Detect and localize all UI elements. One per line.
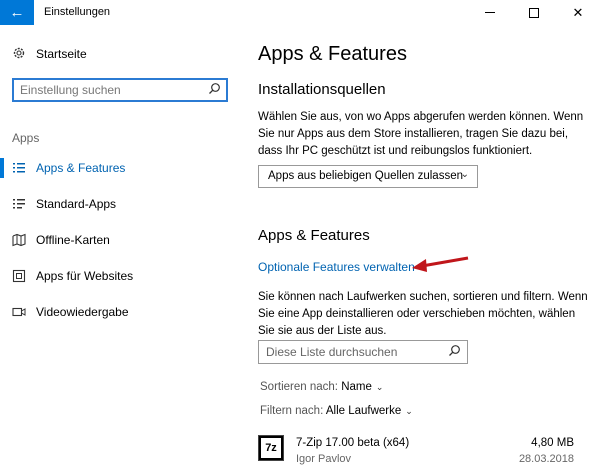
- sort-label: Sortieren nach:: [260, 381, 338, 393]
- video-icon: [12, 305, 26, 319]
- sidebar-section-label: Apps: [12, 131, 40, 145]
- back-button[interactable]: ←: [0, 0, 34, 25]
- app-list-search-box[interactable]: [258, 340, 468, 364]
- minimize-icon: [485, 12, 495, 13]
- sidebar: Startseite Apps Apps & Features Standard…: [0, 25, 240, 474]
- sidebar-item-video-playback[interactable]: Videowiedergabe: [0, 298, 240, 326]
- main-content: Apps & Features Installationsquellen Wäh…: [240, 25, 600, 474]
- chevron-down-icon: ⌄: [460, 169, 469, 180]
- annotation-arrow-icon: [412, 256, 469, 272]
- window-title: Einstellungen: [44, 6, 111, 18]
- search-icon[interactable]: [208, 82, 221, 98]
- search-icon[interactable]: [448, 344, 461, 360]
- sidebar-item-offline-maps[interactable]: Offline-Karten: [0, 226, 240, 254]
- filter-label: Filtern nach:: [260, 405, 324, 417]
- active-indicator: [0, 158, 4, 178]
- sidebar-item-label: Videowiedergabe: [36, 305, 129, 319]
- install-sources-dropdown[interactable]: Apps aus beliebigen Quellen zulassen ⌄: [258, 165, 478, 188]
- maximize-button[interactable]: [512, 0, 556, 25]
- chevron-down-icon: ⌄: [405, 406, 413, 416]
- settings-search-box[interactable]: [12, 78, 228, 102]
- dropdown-value: Apps aus beliebigen Quellen zulassen: [268, 170, 463, 182]
- filter-value: Alle Laufwerke: [325, 405, 402, 417]
- app-name: 7-Zip 17.00 beta (x64): [296, 437, 410, 449]
- sidebar-item-apps-for-websites[interactable]: Apps für Websites: [0, 262, 240, 290]
- sidebar-item-label: Standard-Apps: [36, 197, 117, 211]
- apps-features-description: Sie können nach Laufwerken suchen, sorti…: [258, 291, 588, 337]
- app-list-search-input[interactable]: [266, 344, 436, 360]
- app-list-item[interactable]: 7z 7-Zip 17.00 beta (x64) Igor Pavlov 4,…: [258, 435, 578, 471]
- app-icon-text: 7z: [261, 438, 281, 458]
- sidebar-home-label: Startseite: [36, 47, 87, 61]
- gear-icon: [12, 46, 26, 60]
- app-date: 28.03.2018: [518, 453, 574, 465]
- 7zip-app-icon: 7z: [258, 435, 284, 461]
- sidebar-item-apps-features[interactable]: Apps & Features: [0, 154, 240, 182]
- sidebar-item-home[interactable]: Startseite: [0, 43, 240, 65]
- sidebar-item-label: Apps & Features: [36, 161, 126, 175]
- close-icon: ✕: [572, 5, 584, 20]
- app-publisher: Igor Pavlov: [296, 453, 352, 465]
- close-button[interactable]: ✕: [556, 0, 600, 25]
- web-apps-icon: [12, 269, 26, 283]
- settings-search-input[interactable]: [20, 82, 200, 98]
- minimize-button[interactable]: [468, 0, 512, 25]
- back-arrow-icon: ←: [9, 4, 25, 21]
- sidebar-item-label: Apps für Websites: [36, 269, 134, 283]
- app-size: 4,80 MB: [531, 437, 574, 449]
- list-icon: [12, 161, 26, 175]
- install-sources-description: Wählen Sie aus, von wo Apps abgerufen we…: [258, 111, 584, 157]
- maximize-icon: [529, 7, 539, 18]
- default-apps-icon: [12, 197, 26, 211]
- page-title: Apps & Features: [258, 43, 407, 65]
- sort-value: Name: [341, 381, 372, 393]
- install-sources-heading: Installationsquellen: [258, 81, 386, 98]
- title-bar: ← Einstellungen ✕: [0, 0, 600, 25]
- chevron-down-icon: ⌄: [375, 382, 384, 392]
- sort-selector[interactable]: Sortieren nach: Name ⌄: [260, 381, 383, 393]
- sidebar-item-default-apps[interactable]: Standard-Apps: [0, 190, 240, 218]
- apps-features-heading: Apps & Features: [258, 227, 370, 244]
- sidebar-item-label: Offline-Karten: [36, 233, 110, 247]
- optional-features-link[interactable]: Optionale Features verwalten: [258, 260, 415, 274]
- filter-selector[interactable]: Filtern nach: Alle Laufwerke ⌄: [260, 405, 413, 417]
- map-icon: [12, 233, 26, 247]
